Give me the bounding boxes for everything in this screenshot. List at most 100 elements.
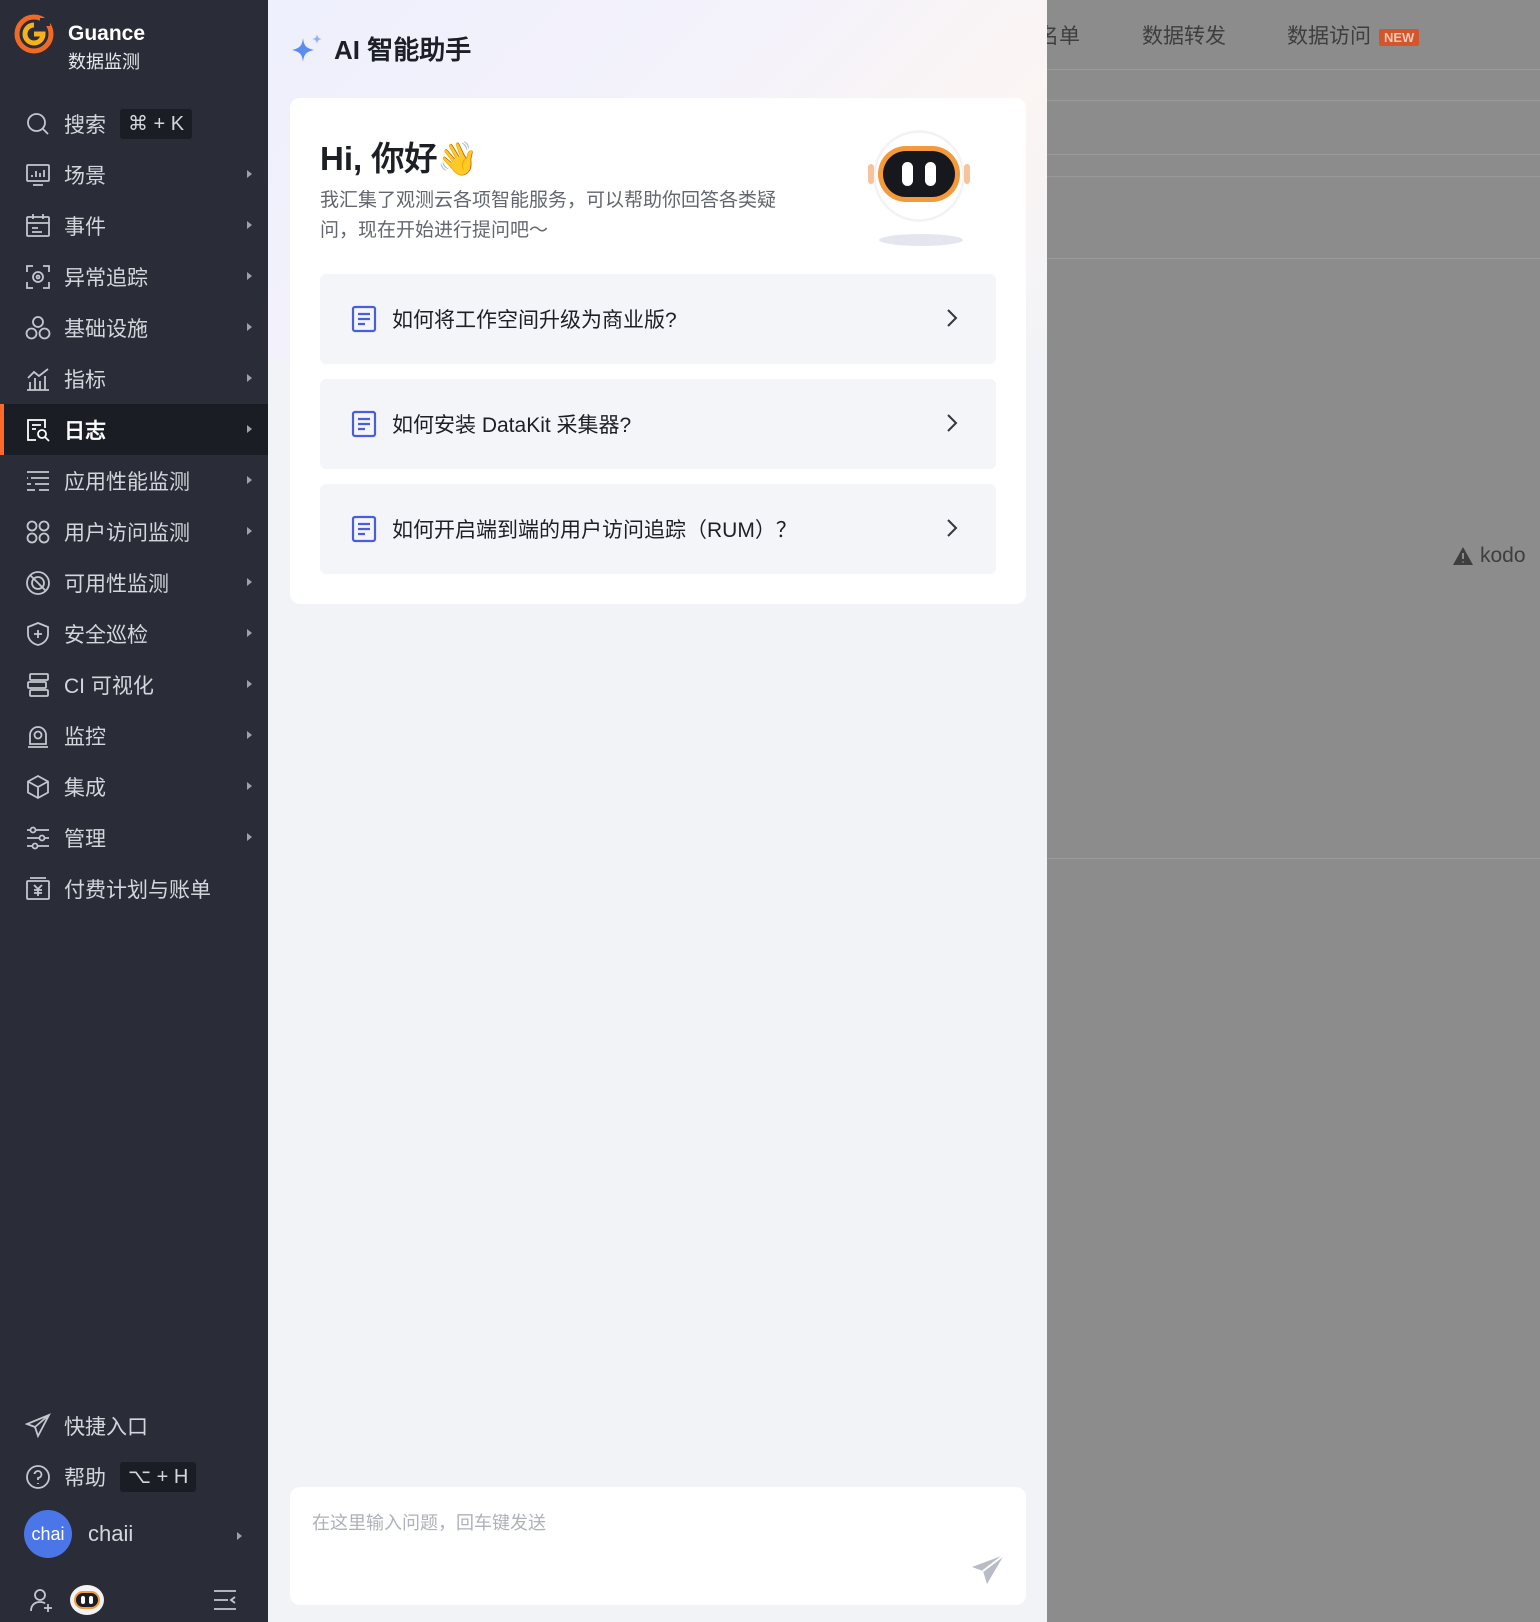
caret-right-icon (247, 373, 252, 382)
caret-right-icon (247, 730, 252, 739)
sliders-icon (24, 824, 52, 852)
sidebar-item-management[interactable]: 管理 (0, 812, 268, 863)
sidebar-item-label: 事件 (64, 215, 106, 239)
collapse-sidebar-icon[interactable] (212, 1588, 238, 1612)
sidebar-item-label: 快捷入口 (64, 1415, 148, 1439)
caret-right-icon (247, 832, 252, 841)
sidebar-item-label: 付费计划与账单 (64, 878, 211, 902)
ai-assistant-robot-icon[interactable] (68, 1582, 106, 1618)
sidebar-item-availability[interactable]: 可用性监测 (0, 557, 268, 608)
sidebar-item-label: 基础设施 (64, 317, 148, 341)
sidebar-footer (0, 1578, 268, 1622)
help-icon (24, 1463, 52, 1491)
search-shortcut: ⌘ + K (120, 108, 193, 139)
sidebar-item-issue-tracking[interactable]: 异常追踪 (0, 251, 268, 302)
caret-right-icon (247, 169, 252, 178)
sidebar: Guance 数据监测 搜索 ⌘ + K 场景 事件 异常追踪 基础设施 指标 … (0, 0, 268, 1622)
sidebar-item-ci[interactable]: CI 可视化 (0, 659, 268, 710)
metrics-icon (24, 365, 52, 393)
question-text: 如何开启端到端的用户访问追踪（RUM）？ (392, 519, 797, 542)
background-page: 名单 数据转发 数据访问 NEW kodo (1038, 0, 1540, 1622)
sidebar-item-rum[interactable]: 用户访问监测 (0, 506, 268, 557)
sidebar-item-infrastructure[interactable]: 基础设施 (0, 302, 268, 353)
shield-plus-icon (24, 620, 52, 648)
ai-assistant-panel: AI 智能助手 Hi, 你好👋 我汇集了观测云各项智能服务，可以帮助你回答各类疑… (268, 0, 1047, 1622)
calendar-icon (24, 212, 52, 240)
availability-icon (24, 569, 52, 597)
bug-tracking-icon (24, 263, 52, 291)
paper-plane-icon (24, 1412, 52, 1440)
sidebar-item-scenes[interactable]: 场景 (0, 149, 268, 200)
chevron-right-icon (947, 414, 958, 432)
caret-right-icon (237, 1532, 242, 1540)
ci-icon (24, 671, 52, 699)
tab-data-access[interactable]: 数据访问 NEW (1287, 20, 1420, 50)
sidebar-item-events[interactable]: 事件 (0, 200, 268, 251)
caret-right-icon (247, 679, 252, 688)
document-icon (351, 410, 377, 438)
document-icon (351, 305, 377, 333)
caret-right-icon (247, 526, 252, 535)
sidebar-item-label: 集成 (64, 776, 106, 800)
divider (1047, 100, 1540, 101)
caret-right-icon (247, 271, 252, 280)
sidebar-item-label: 管理 (64, 827, 106, 851)
sidebar-item-label: CI 可视化 (64, 674, 154, 698)
brand[interactable]: Guance 数据监测 (14, 14, 145, 74)
sidebar-item-help[interactable]: 帮助 ⌥ + H (0, 1451, 268, 1502)
infrastructure-icon (24, 314, 52, 342)
intro-text: 我汇集了观测云各项智能服务，可以帮助你回答各类疑问，现在开始进行提问吧～ (320, 190, 777, 241)
warning-message: kodo (1452, 544, 1526, 568)
sidebar-item-logs[interactable]: 日志 (0, 404, 268, 455)
log-search-icon (24, 416, 52, 444)
sidebar-item-monitor[interactable]: 监控 (0, 710, 268, 761)
divider (1047, 258, 1540, 259)
user-menu[interactable]: chai chaii (24, 1510, 133, 1558)
panel-title: AI 智能助手 (290, 30, 471, 67)
sidebar-item-label: 可用性监测 (64, 572, 169, 596)
sidebar-item-label: 监控 (64, 725, 106, 749)
billing-icon (24, 875, 52, 903)
sidebar-item-shortcut-entry[interactable]: 快捷入口 (0, 1400, 268, 1451)
brand-subtitle: 数据监测 (68, 52, 140, 72)
cube-icon (24, 773, 52, 801)
sidebar-item-label: 场景 (64, 164, 106, 188)
sidebar-item-search[interactable]: 搜索 ⌘ + K (0, 98, 268, 149)
brand-name: Guance (68, 22, 146, 45)
document-icon (351, 515, 377, 543)
search-icon (24, 110, 52, 138)
sidebar-item-label: 日志 (64, 419, 106, 443)
user-name: chaii (88, 1521, 134, 1546)
sidebar-item-integrations[interactable]: 集成 (0, 761, 268, 812)
suggested-question[interactable]: 如何开启端到端的用户访问追踪（RUM）？ (320, 484, 996, 574)
divider (1047, 858, 1540, 859)
sparkle-icon (292, 33, 322, 62)
sidebar-item-apm[interactable]: 应用性能监测 (0, 455, 268, 506)
send-icon[interactable] (970, 1553, 1006, 1587)
warning-text: kodo (1480, 544, 1526, 567)
sidebar-item-billing[interactable]: 付费计划与账单 (0, 863, 268, 914)
caret-right-icon (247, 628, 252, 637)
guance-logo-icon (14, 14, 54, 54)
panel-title-text: AI 智能助手 (334, 35, 472, 65)
caret-right-icon (247, 322, 252, 331)
sidebar-item-metrics[interactable]: 指标 (0, 353, 268, 404)
caret-right-icon (247, 424, 252, 433)
suggested-question[interactable]: 如何安装 DataKit 采集器? (320, 379, 996, 469)
avatar: chai (24, 1510, 72, 1558)
sidebar-item-security[interactable]: 安全巡检 (0, 608, 268, 659)
tab-data-forwarding[interactable]: 数据转发 (1142, 20, 1226, 50)
sidebar-item-label: 异常追踪 (64, 266, 148, 290)
chat-input[interactable] (312, 1509, 932, 1579)
welcome-card: Hi, 你好👋 我汇集了观测云各项智能服务，可以帮助你回答各类疑问，现在开始进行… (290, 98, 1026, 604)
sidebar-item-label: 安全巡检 (64, 623, 148, 647)
suggested-question[interactable]: 如何将工作空间升级为商业版? (320, 274, 996, 364)
tab-label: 数据访问 (1287, 25, 1371, 48)
divider (1047, 154, 1540, 155)
sidebar-item-label: 帮助 (64, 1466, 106, 1490)
add-user-icon[interactable] (28, 1586, 56, 1614)
greeting: Hi, 你好👋 (320, 140, 479, 177)
warning-icon (1453, 547, 1473, 565)
divider (1047, 176, 1540, 177)
robot-mascot-icon (868, 130, 970, 246)
